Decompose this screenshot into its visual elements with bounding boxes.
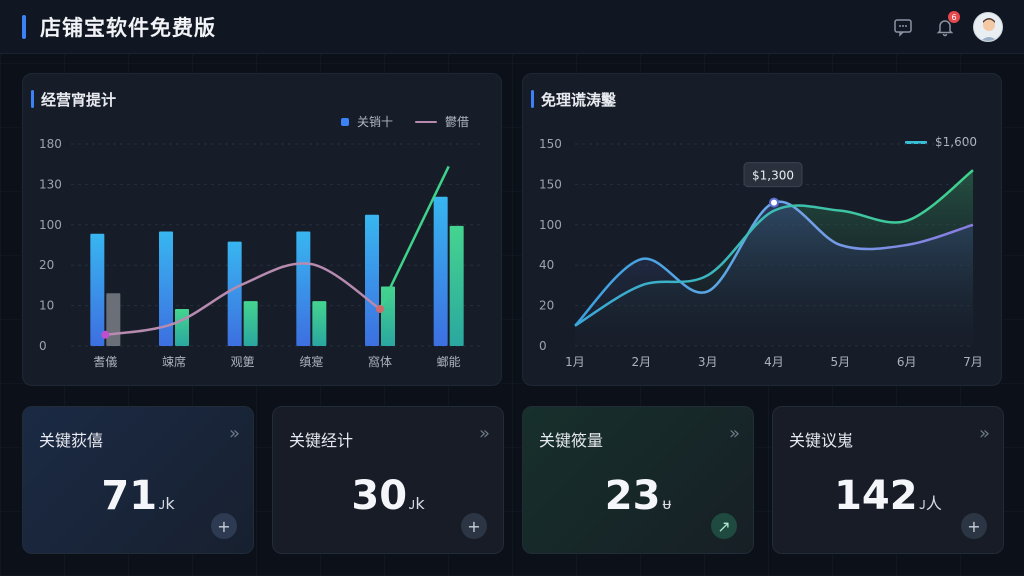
bar-series-1 [90,233,105,346]
tooltip-label: $1,300 [752,169,794,183]
x-tick-label: 竦席 [162,354,186,369]
kpi-value: 23 ᵾ [523,473,753,519]
double-chevron-right-icon[interactable]: » [979,423,990,444]
bar-series-1 [296,231,311,346]
kpi-number: 142 [834,473,918,519]
kpi-title: 关键荻僖 [39,431,104,450]
x-tick-label: 1月 [565,355,585,369]
add-button[interactable]: + [211,513,237,539]
x-tick-label: 2月 [632,355,652,369]
y-tick-label: 150 [539,177,562,191]
line-point [376,304,384,313]
x-tick-label: 3月 [698,355,718,369]
kpi-card[interactable]: 关键议嵬 » 142 ᴊ人 + [772,406,1004,554]
title-accent-bar [22,15,26,39]
double-chevron-right-icon[interactable]: » [479,423,490,444]
kpi-unit: ᴊk [409,494,425,513]
bar-line-chart: 0 10 20 100 130 180 耆儀 竦席 观筻 缜寔 窩体 螂能 [39,137,483,369]
x-tick-label: 观筻 [231,354,255,369]
y-tick-label: 20 [539,299,554,313]
kpi-title: 关键筱量 [539,431,604,450]
kpi-number: 71 [101,473,158,519]
bar-series-2 [449,225,464,346]
kpi-card[interactable]: 关键筱量 » 23 ᵾ ↗ [522,406,754,554]
line-area-chart: 0 20 40 100 150 150 1月 2月 3月 4月 5月 6月 7月 $1,300 [539,137,983,369]
double-chevron-right-icon[interactable]: » [229,423,240,444]
bar-series-1 [365,214,379,346]
add-button[interactable]: + [461,513,487,539]
x-tick-label: 耆儀 [93,355,117,369]
x-tick-label: 7月 [963,355,983,369]
traffic-trend-panel: 免理谎涛鑿 $1,600 0 20 40 100 150 150 1月 2月 3月 4月 5月 6月 7… [522,73,1002,386]
x-tick-label: 缜寔 [299,354,323,369]
kpi-number: 30 [351,473,408,519]
y-tick-label: 20 [39,258,54,272]
user-avatar[interactable] [973,12,1003,42]
x-tick-label: 6月 [897,355,917,369]
y-tick-label: 150 [539,137,562,151]
y-tick-label: 40 [539,258,554,272]
bar-series-1 [227,241,242,346]
kpi-number: 23 [604,473,661,519]
app-title: 店铺宝软件免费版 [40,16,216,40]
y-tick-label: 0 [539,339,547,353]
kpi-unit: ᴊk [159,494,175,513]
y-tick-label: 180 [39,137,62,151]
kpi-unit: ᵾ [662,494,672,513]
kpi-card[interactable]: 关键荻僖 » 71 ᴊk + [22,406,254,554]
kpi-value: 142 ᴊ人 [773,473,1003,519]
x-tick-label: 5月 [831,355,851,369]
y-tick-label: 0 [39,339,47,353]
kpi-card[interactable]: 关键经计 » 30 ᴊk + [272,406,504,554]
y-tick-label: 100 [39,218,62,232]
top-bar: 店铺宝软件免费版 6 [0,0,1024,54]
bar-series-1 [159,231,173,346]
business-stats-panel: 经营宵提计 关销十 鬱借 0 10 20 100 130 180 耆儀 竦席 观筻 缜寔 窩体 螂能 [22,73,502,386]
kpi-title: 关键议嵬 [789,431,854,450]
bar-series-2 [175,308,189,346]
bar-series-2 [312,301,327,346]
y-tick-label: 100 [539,218,562,232]
kpi-value: 71 ᴊk [23,473,253,519]
notification-badge: 6 [948,11,960,23]
x-tick-label: 4月 [764,355,784,369]
bar-series-2 [106,293,121,346]
chat-icon[interactable] [890,14,916,40]
bell-icon[interactable]: 6 [932,11,960,40]
bar-series-2 [243,301,258,346]
kpi-value: 30 ᴊk [273,473,503,519]
x-tick-label: 螂能 [437,355,461,369]
y-tick-label: 130 [39,177,62,191]
double-chevron-right-icon[interactable]: » [729,423,740,444]
y-tick-label: 10 [39,299,54,313]
trend-button[interactable]: ↗ [711,513,737,539]
line-point [101,330,110,339]
x-tick-label: 窩体 [368,354,392,369]
line-series [105,262,381,337]
bar-series-1 [433,196,448,346]
kpi-title: 关键经计 [289,431,354,450]
highlight-point [769,197,779,208]
add-button[interactable]: + [961,513,987,539]
kpi-unit: ᴊ人 [919,494,942,513]
bar-series-2 [381,286,395,346]
